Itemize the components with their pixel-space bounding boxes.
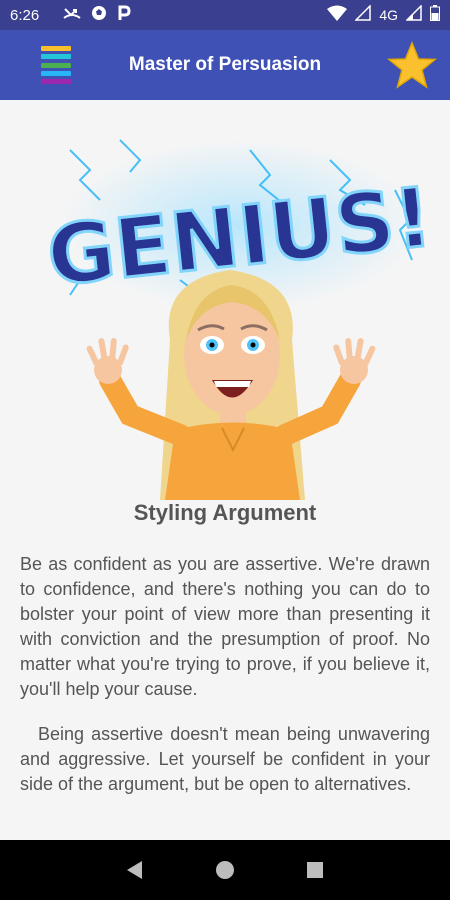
content-area[interactable]: GENIUS! Styling Argument Be as confident…: [0, 100, 450, 840]
wifi-icon: [327, 5, 348, 25]
battery-icon: [430, 5, 440, 25]
navigation-bar: [0, 840, 450, 900]
app-bar: Master of Persuasion: [0, 30, 450, 100]
home-icon[interactable]: [210, 855, 240, 885]
recents-icon[interactable]: [300, 855, 330, 885]
soccer-ball-icon: [91, 5, 107, 25]
article-heading: Styling Argument: [133, 500, 317, 525]
back-icon[interactable]: [120, 855, 150, 885]
genius-illustration: GENIUS!: [0, 130, 450, 600]
star-icon[interactable]: [386, 40, 438, 92]
status-time: 6:26: [10, 6, 40, 24]
app-title: Master of Persuasion: [128, 54, 322, 75]
article-paragraph: Being assertive doesn't mean being unwav…: [20, 724, 430, 794]
status-bar: 6:26 4G: [0, 0, 450, 30]
parking-icon: [117, 5, 131, 25]
missed-call-icon: [63, 6, 81, 24]
network-type: 4G: [379, 7, 398, 23]
menu-icon[interactable]: [38, 44, 74, 86]
signal-icon: [354, 4, 372, 25]
article-paragraph: Be as confident as you are assertive. We…: [20, 554, 430, 699]
signal-icon: [405, 4, 422, 25]
